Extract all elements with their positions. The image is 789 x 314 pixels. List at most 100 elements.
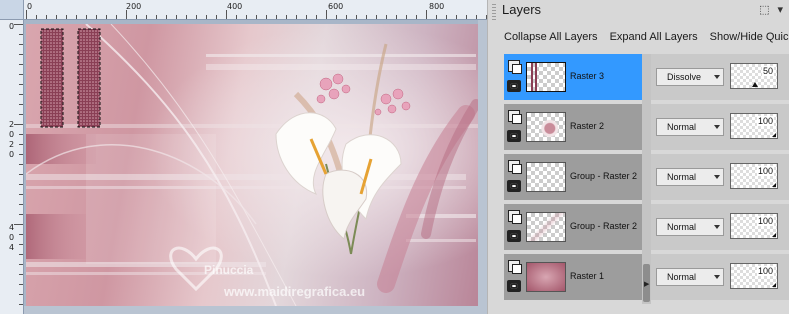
opacity-slider[interactable]: 100 bbox=[730, 213, 778, 239]
layer-row-left[interactable]: Group - Raster 2 bbox=[504, 154, 649, 200]
ruler-label: 0 bbox=[9, 233, 15, 242]
chevron-down-icon bbox=[714, 75, 720, 79]
layer-name[interactable]: Raster 3 bbox=[570, 71, 604, 81]
opacity-slider[interactable]: 50 bbox=[730, 63, 778, 89]
eye-icon[interactable] bbox=[507, 230, 521, 242]
layer-row-left[interactable]: Raster 3 bbox=[504, 54, 649, 100]
layer-name[interactable]: Group - Raster 2 bbox=[570, 171, 637, 181]
blend-mode-dropdown[interactable]: Normal bbox=[656, 268, 724, 286]
ruler-tick bbox=[426, 10, 427, 19]
ruler-tick bbox=[356, 15, 357, 19]
ruler-tick bbox=[176, 15, 177, 19]
ruler-tick bbox=[466, 15, 467, 19]
blend-mode-value: Normal bbox=[667, 222, 697, 232]
chevron-down-icon bbox=[714, 125, 720, 129]
scroll-right-arrow-icon[interactable]: ▶ bbox=[644, 280, 649, 288]
ruler-tick bbox=[19, 114, 23, 115]
layer-name[interactable]: Raster 2 bbox=[570, 121, 604, 131]
ruler-tick bbox=[36, 15, 37, 19]
ruler-tick bbox=[116, 15, 117, 19]
ruler-tick bbox=[19, 284, 23, 285]
ruler-tick bbox=[106, 15, 107, 19]
layer-name[interactable]: Group - Raster 2 bbox=[570, 221, 637, 231]
image-canvas[interactable]: Pinuccia www.maidiregrafica.eu bbox=[26, 24, 478, 306]
ruler-corner bbox=[0, 0, 24, 20]
ruler-tick bbox=[19, 34, 23, 35]
layer-row-left[interactable]: Raster 2 bbox=[504, 104, 649, 150]
eye-icon[interactable] bbox=[507, 130, 521, 142]
ruler-tick bbox=[366, 15, 367, 19]
raster-layer-icon bbox=[508, 210, 522, 224]
ruler-label: 2 bbox=[9, 140, 15, 149]
ruler-tick bbox=[56, 15, 57, 19]
ruler-label: 0 bbox=[9, 130, 15, 139]
ruler-tick bbox=[19, 94, 23, 95]
blend-mode-dropdown[interactable]: Normal bbox=[656, 168, 724, 186]
ruler-label: 600 bbox=[328, 2, 344, 11]
ruler-tick bbox=[46, 15, 47, 19]
opacity-marker-icon bbox=[772, 283, 776, 287]
ruler-label: 0 bbox=[27, 2, 33, 11]
ruler-tick bbox=[306, 15, 307, 19]
layer-row-left[interactable]: Raster 1 bbox=[504, 254, 649, 300]
ruler-tick bbox=[19, 104, 23, 105]
dropdown-icon[interactable]: ▾ bbox=[777, 3, 783, 16]
pin-icon[interactable]: ⬚ bbox=[759, 3, 769, 16]
opacity-slider[interactable]: 100 bbox=[730, 113, 778, 139]
ruler-tick bbox=[19, 154, 23, 155]
expand-all-layers-button[interactable]: Expand All Layers bbox=[610, 31, 698, 43]
ruler-tick bbox=[19, 64, 23, 65]
opacity-slider[interactable]: 100 bbox=[730, 163, 778, 189]
ruler-tick bbox=[336, 15, 337, 19]
eye-icon[interactable] bbox=[507, 180, 521, 192]
image-editor[interactable]: 0 200 400 600 800 0 2 0 2 0 4 0 4 Pinucc… bbox=[0, 0, 487, 314]
ruler-tick bbox=[19, 194, 23, 195]
ruler-tick bbox=[14, 24, 23, 25]
ruler-tick bbox=[446, 15, 447, 19]
ruler-label: 4 bbox=[9, 243, 15, 252]
chevron-down-icon bbox=[714, 175, 720, 179]
ruler-tick bbox=[286, 15, 287, 19]
collapse-all-layers-button[interactable]: Collapse All Layers bbox=[504, 31, 598, 43]
show-hide-quick-button[interactable]: Show/Hide Quic bbox=[710, 31, 789, 43]
blend-mode-dropdown[interactable]: Normal bbox=[656, 218, 724, 236]
artwork: Pinuccia www.maidiregrafica.eu bbox=[26, 24, 478, 306]
layer-name[interactable]: Raster 1 bbox=[570, 271, 604, 281]
ruler-label: 800 bbox=[429, 2, 445, 11]
ruler-tick bbox=[196, 15, 197, 19]
ruler-tick bbox=[406, 15, 407, 19]
blend-mode-dropdown[interactable]: Normal bbox=[656, 118, 724, 136]
blend-mode-dropdown[interactable]: Dissolve bbox=[656, 68, 724, 86]
ruler-tick bbox=[19, 74, 23, 75]
opacity-value: 50 bbox=[761, 66, 774, 76]
ruler-tick bbox=[19, 214, 23, 215]
opacity-marker-icon bbox=[772, 233, 776, 237]
layer-thumbnail bbox=[526, 62, 566, 92]
ruler-tick bbox=[19, 264, 23, 265]
eye-icon[interactable] bbox=[507, 80, 521, 92]
ruler-tick bbox=[226, 10, 227, 19]
layer-thumbnail bbox=[526, 162, 566, 192]
layer-row-left[interactable]: Group - Raster 2 bbox=[504, 204, 649, 250]
layer-thumbnail bbox=[526, 212, 566, 242]
ruler-tick bbox=[206, 15, 207, 19]
layers-toolbar: Collapse All Layers Expand All Layers Sh… bbox=[488, 24, 789, 50]
ruler-tick bbox=[76, 15, 77, 19]
ruler-tick bbox=[216, 15, 217, 19]
eye-icon[interactable] bbox=[507, 280, 521, 292]
ruler-tick bbox=[14, 124, 23, 125]
opacity-slider[interactable]: 100 bbox=[730, 263, 778, 289]
ruler-label: 400 bbox=[227, 2, 243, 11]
ruler-tick bbox=[19, 254, 23, 255]
chevron-down-icon bbox=[714, 275, 720, 279]
ruler-tick bbox=[19, 144, 23, 145]
watermark-name: Pinuccia bbox=[204, 263, 254, 277]
ruler-tick bbox=[66, 15, 67, 19]
ruler-tick bbox=[19, 184, 23, 185]
blend-mode-value: Normal bbox=[667, 122, 697, 132]
opacity-value: 100 bbox=[756, 216, 774, 226]
ruler-tick bbox=[19, 234, 23, 235]
ruler-tick bbox=[246, 15, 247, 19]
drag-grip-icon[interactable] bbox=[492, 4, 496, 20]
ruler-tick bbox=[126, 10, 127, 19]
